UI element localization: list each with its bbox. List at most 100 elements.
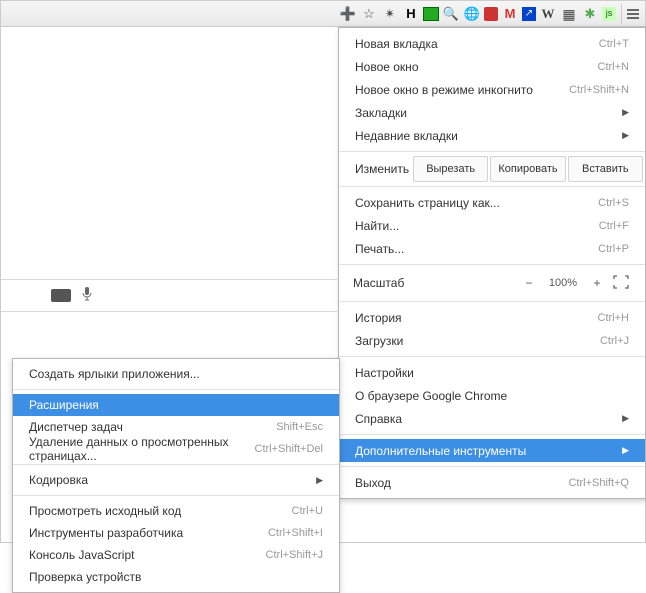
- magnifier-icon[interactable]: 🔍: [442, 5, 460, 23]
- fullscreen-button[interactable]: [613, 275, 631, 291]
- menu-save-as[interactable]: Сохранить страницу как... Ctrl+S: [339, 191, 645, 214]
- menu-shortcut: Ctrl+F: [599, 220, 629, 232]
- qr-icon[interactable]: ▦: [560, 5, 578, 23]
- menu-item-label: Диспетчер задач: [29, 420, 276, 434]
- menu-item-label: Проверка устройств: [29, 570, 323, 584]
- menu-shortcut: Ctrl+Shift+Q: [568, 477, 629, 489]
- menu-recent-tabs[interactable]: Недавние вкладки ▶: [339, 124, 645, 147]
- menu-edit-row: Изменить Вырезать Копировать Вставить: [339, 156, 645, 182]
- main-menu: Новая вкладка Ctrl+T Новое окно Ctrl+N Н…: [338, 27, 646, 499]
- evernote-icon[interactable]: ✱: [581, 5, 599, 23]
- menu-separator: [339, 434, 645, 435]
- menu-separator: [339, 151, 645, 152]
- menu-exit[interactable]: Выход Ctrl+Shift+Q: [339, 471, 645, 494]
- content-divider: [1, 311, 337, 312]
- menu-item-label: Новое окно в режиме инкогнито: [355, 83, 569, 97]
- menu-item-label: Справка: [355, 412, 617, 426]
- zoom-value: 100%: [545, 277, 581, 289]
- gmail-icon[interactable]: M: [501, 5, 519, 23]
- microphone-icon[interactable]: [81, 286, 93, 305]
- menu-item-label: Кодировка: [29, 473, 311, 487]
- menu-edit-label: Изменить: [341, 156, 411, 182]
- menu-print[interactable]: Печать... Ctrl+P: [339, 237, 645, 260]
- menu-separator: [339, 356, 645, 357]
- plus-icon[interactable]: ➕: [339, 5, 357, 23]
- menu-item-label: Удаление данных о просмотренных страница…: [29, 435, 255, 463]
- menu-item-label: Закладки: [355, 106, 617, 120]
- menu-item-label: Настройки: [355, 366, 629, 380]
- menu-button[interactable]: [621, 4, 643, 24]
- menu-help[interactable]: Справка ▶: [339, 407, 645, 430]
- menu-separator: [339, 264, 645, 265]
- submenu-dev-tools[interactable]: Инструменты разработчика Ctrl+Shift+I: [13, 522, 339, 544]
- menu-incognito[interactable]: Новое окно в режиме инкогнито Ctrl+Shift…: [339, 78, 645, 101]
- extension-toolbar: ➕ ☆ ✴ H 🔍 🌐 M ↗ W ▦ ✱ js: [1, 1, 645, 27]
- menu-item-label: Печать...: [355, 242, 598, 256]
- menu-more-tools[interactable]: Дополнительные инструменты ▶: [339, 439, 645, 462]
- zoom-label: Масштаб: [353, 276, 513, 290]
- flag-icon[interactable]: [423, 7, 439, 21]
- menu-shortcut: Ctrl+P: [598, 243, 629, 255]
- menu-zoom-row: Масштаб − 100% +: [339, 269, 645, 297]
- dev-icon[interactable]: [484, 7, 498, 21]
- menu-about[interactable]: О браузере Google Chrome: [339, 384, 645, 407]
- menu-shortcut: Ctrl+J: [600, 335, 629, 347]
- star-icon[interactable]: ☆: [360, 5, 378, 23]
- menu-item-label: История: [355, 311, 598, 325]
- submenu-inspect-devices[interactable]: Проверка устройств: [13, 566, 339, 588]
- menu-item-label: Создать ярлыки приложения...: [29, 367, 323, 381]
- globe-icon[interactable]: 🌐: [463, 5, 481, 23]
- cut-button[interactable]: Вырезать: [413, 156, 488, 182]
- menu-item-label: Недавние вкладки: [355, 129, 617, 143]
- submenu-js-console[interactable]: Консоль JavaScript Ctrl+Shift+J: [13, 544, 339, 566]
- letter-w-icon[interactable]: W: [539, 5, 557, 23]
- submenu-view-source[interactable]: Просмотреть исходный код Ctrl+U: [13, 500, 339, 522]
- content-divider: [1, 279, 337, 280]
- menu-item-label: Новое окно: [355, 60, 598, 74]
- more-tools-submenu: Создать ярлыки приложения... Расширения …: [12, 358, 340, 593]
- menu-separator: [339, 186, 645, 187]
- menu-find[interactable]: Найти... Ctrl+F: [339, 214, 645, 237]
- paste-button[interactable]: Вставить: [568, 156, 643, 182]
- zoom-in-button[interactable]: +: [587, 274, 607, 292]
- bug-icon[interactable]: ✴: [381, 5, 399, 23]
- menu-item-label: Сохранить страницу как...: [355, 196, 598, 210]
- menu-separator: [13, 464, 339, 465]
- zoom-out-button[interactable]: −: [519, 274, 539, 292]
- copy-button[interactable]: Копировать: [490, 156, 565, 182]
- menu-shortcut: Ctrl+Shift+N: [569, 84, 629, 96]
- menu-new-tab[interactable]: Новая вкладка Ctrl+T: [339, 32, 645, 55]
- menu-shortcut: Ctrl+Shift+Del: [255, 443, 323, 455]
- menu-downloads[interactable]: Загрузки Ctrl+J: [339, 329, 645, 352]
- menu-item-label: О браузере Google Chrome: [355, 389, 629, 403]
- arrow-icon[interactable]: ↗: [522, 7, 536, 21]
- chevron-right-icon: ▶: [617, 107, 629, 118]
- menu-bookmarks[interactable]: Закладки ▶: [339, 101, 645, 124]
- menu-separator: [339, 301, 645, 302]
- chevron-right-icon: ▶: [617, 413, 629, 424]
- menu-shortcut: Ctrl+S: [598, 197, 629, 209]
- menu-separator: [13, 495, 339, 496]
- menu-shortcut: Ctrl+N: [598, 61, 629, 73]
- chevron-right-icon: ▶: [617, 130, 629, 141]
- menu-shortcut: Ctrl+H: [598, 312, 629, 324]
- keyboard-icon[interactable]: [51, 289, 71, 302]
- menu-item-label: Новая вкладка: [355, 37, 599, 51]
- menu-shortcut: Ctrl+Shift+I: [268, 527, 323, 539]
- menu-settings[interactable]: Настройки: [339, 361, 645, 384]
- menu-new-window[interactable]: Новое окно Ctrl+N: [339, 55, 645, 78]
- menu-shortcut: Ctrl+Shift+J: [266, 549, 323, 561]
- menu-separator: [339, 466, 645, 467]
- js-icon[interactable]: js: [602, 7, 616, 21]
- submenu-extensions[interactable]: Расширения: [13, 394, 339, 416]
- letter-h-icon[interactable]: H: [402, 5, 420, 23]
- submenu-clear-data[interactable]: Удаление данных о просмотренных страница…: [13, 438, 339, 460]
- submenu-create-shortcuts[interactable]: Создать ярлыки приложения...: [13, 363, 339, 385]
- menu-item-label: Загрузки: [355, 334, 600, 348]
- submenu-encoding[interactable]: Кодировка ▶: [13, 469, 339, 491]
- menu-item-label: Инструменты разработчика: [29, 526, 268, 540]
- menu-item-label: Консоль JavaScript: [29, 548, 266, 562]
- menu-item-label: Расширения: [29, 398, 323, 412]
- menu-separator: [13, 389, 339, 390]
- menu-history[interactable]: История Ctrl+H: [339, 306, 645, 329]
